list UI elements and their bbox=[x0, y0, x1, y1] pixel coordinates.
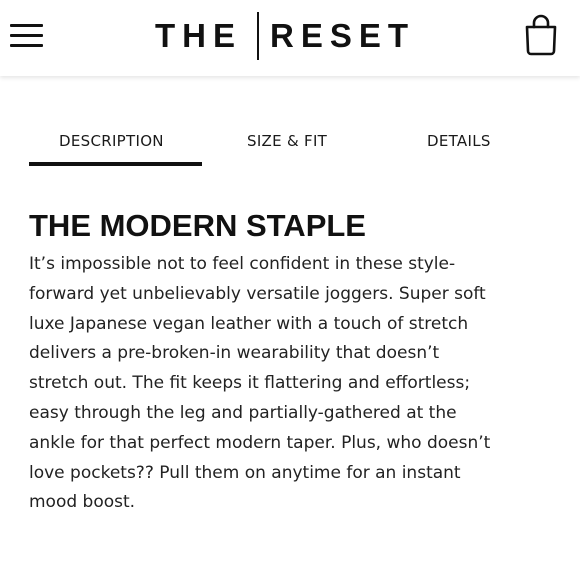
product-description: It’s impossible not to feel confident in… bbox=[29, 250, 559, 518]
description-line: ankle for that perfect modern taper. Plu… bbox=[29, 432, 491, 453]
active-tab-indicator bbox=[29, 162, 202, 166]
description-line: delivers a pre-broken-in wearability tha… bbox=[29, 343, 440, 364]
hamburger-menu-icon[interactable] bbox=[10, 22, 44, 50]
logo-divider bbox=[257, 12, 259, 60]
tab-details[interactable]: DETAILS bbox=[427, 132, 491, 150]
tab-description[interactable]: DESCRIPTION bbox=[59, 132, 164, 150]
logo-word-reset: RESET bbox=[270, 17, 416, 54]
description-line: forward yet unbelievably versatile jogge… bbox=[29, 283, 486, 304]
shopping-bag-icon[interactable] bbox=[523, 14, 559, 56]
product-info-tabs: DESCRIPTION SIZE & FIT DETAILS bbox=[0, 118, 580, 168]
description-line: stretch out. The fit keeps it flattering… bbox=[29, 373, 471, 394]
description-line: easy through the leg and partially-gathe… bbox=[29, 402, 457, 423]
logo-word-the: THE bbox=[155, 17, 242, 54]
site-header: THE RESET bbox=[0, 0, 580, 76]
section-title: THE MODERN STAPLE bbox=[29, 208, 366, 243]
tab-size-fit[interactable]: SIZE & FIT bbox=[247, 132, 327, 150]
description-line: luxe Japanese vegan leather with a touch… bbox=[29, 313, 469, 334]
description-line: love pockets?? Pull them on anytime for … bbox=[29, 462, 461, 483]
description-line: It’s impossible not to feel confident in… bbox=[29, 254, 456, 274]
description-line: mood boost. bbox=[29, 492, 136, 513]
site-logo[interactable]: THE RESET bbox=[155, 12, 425, 62]
